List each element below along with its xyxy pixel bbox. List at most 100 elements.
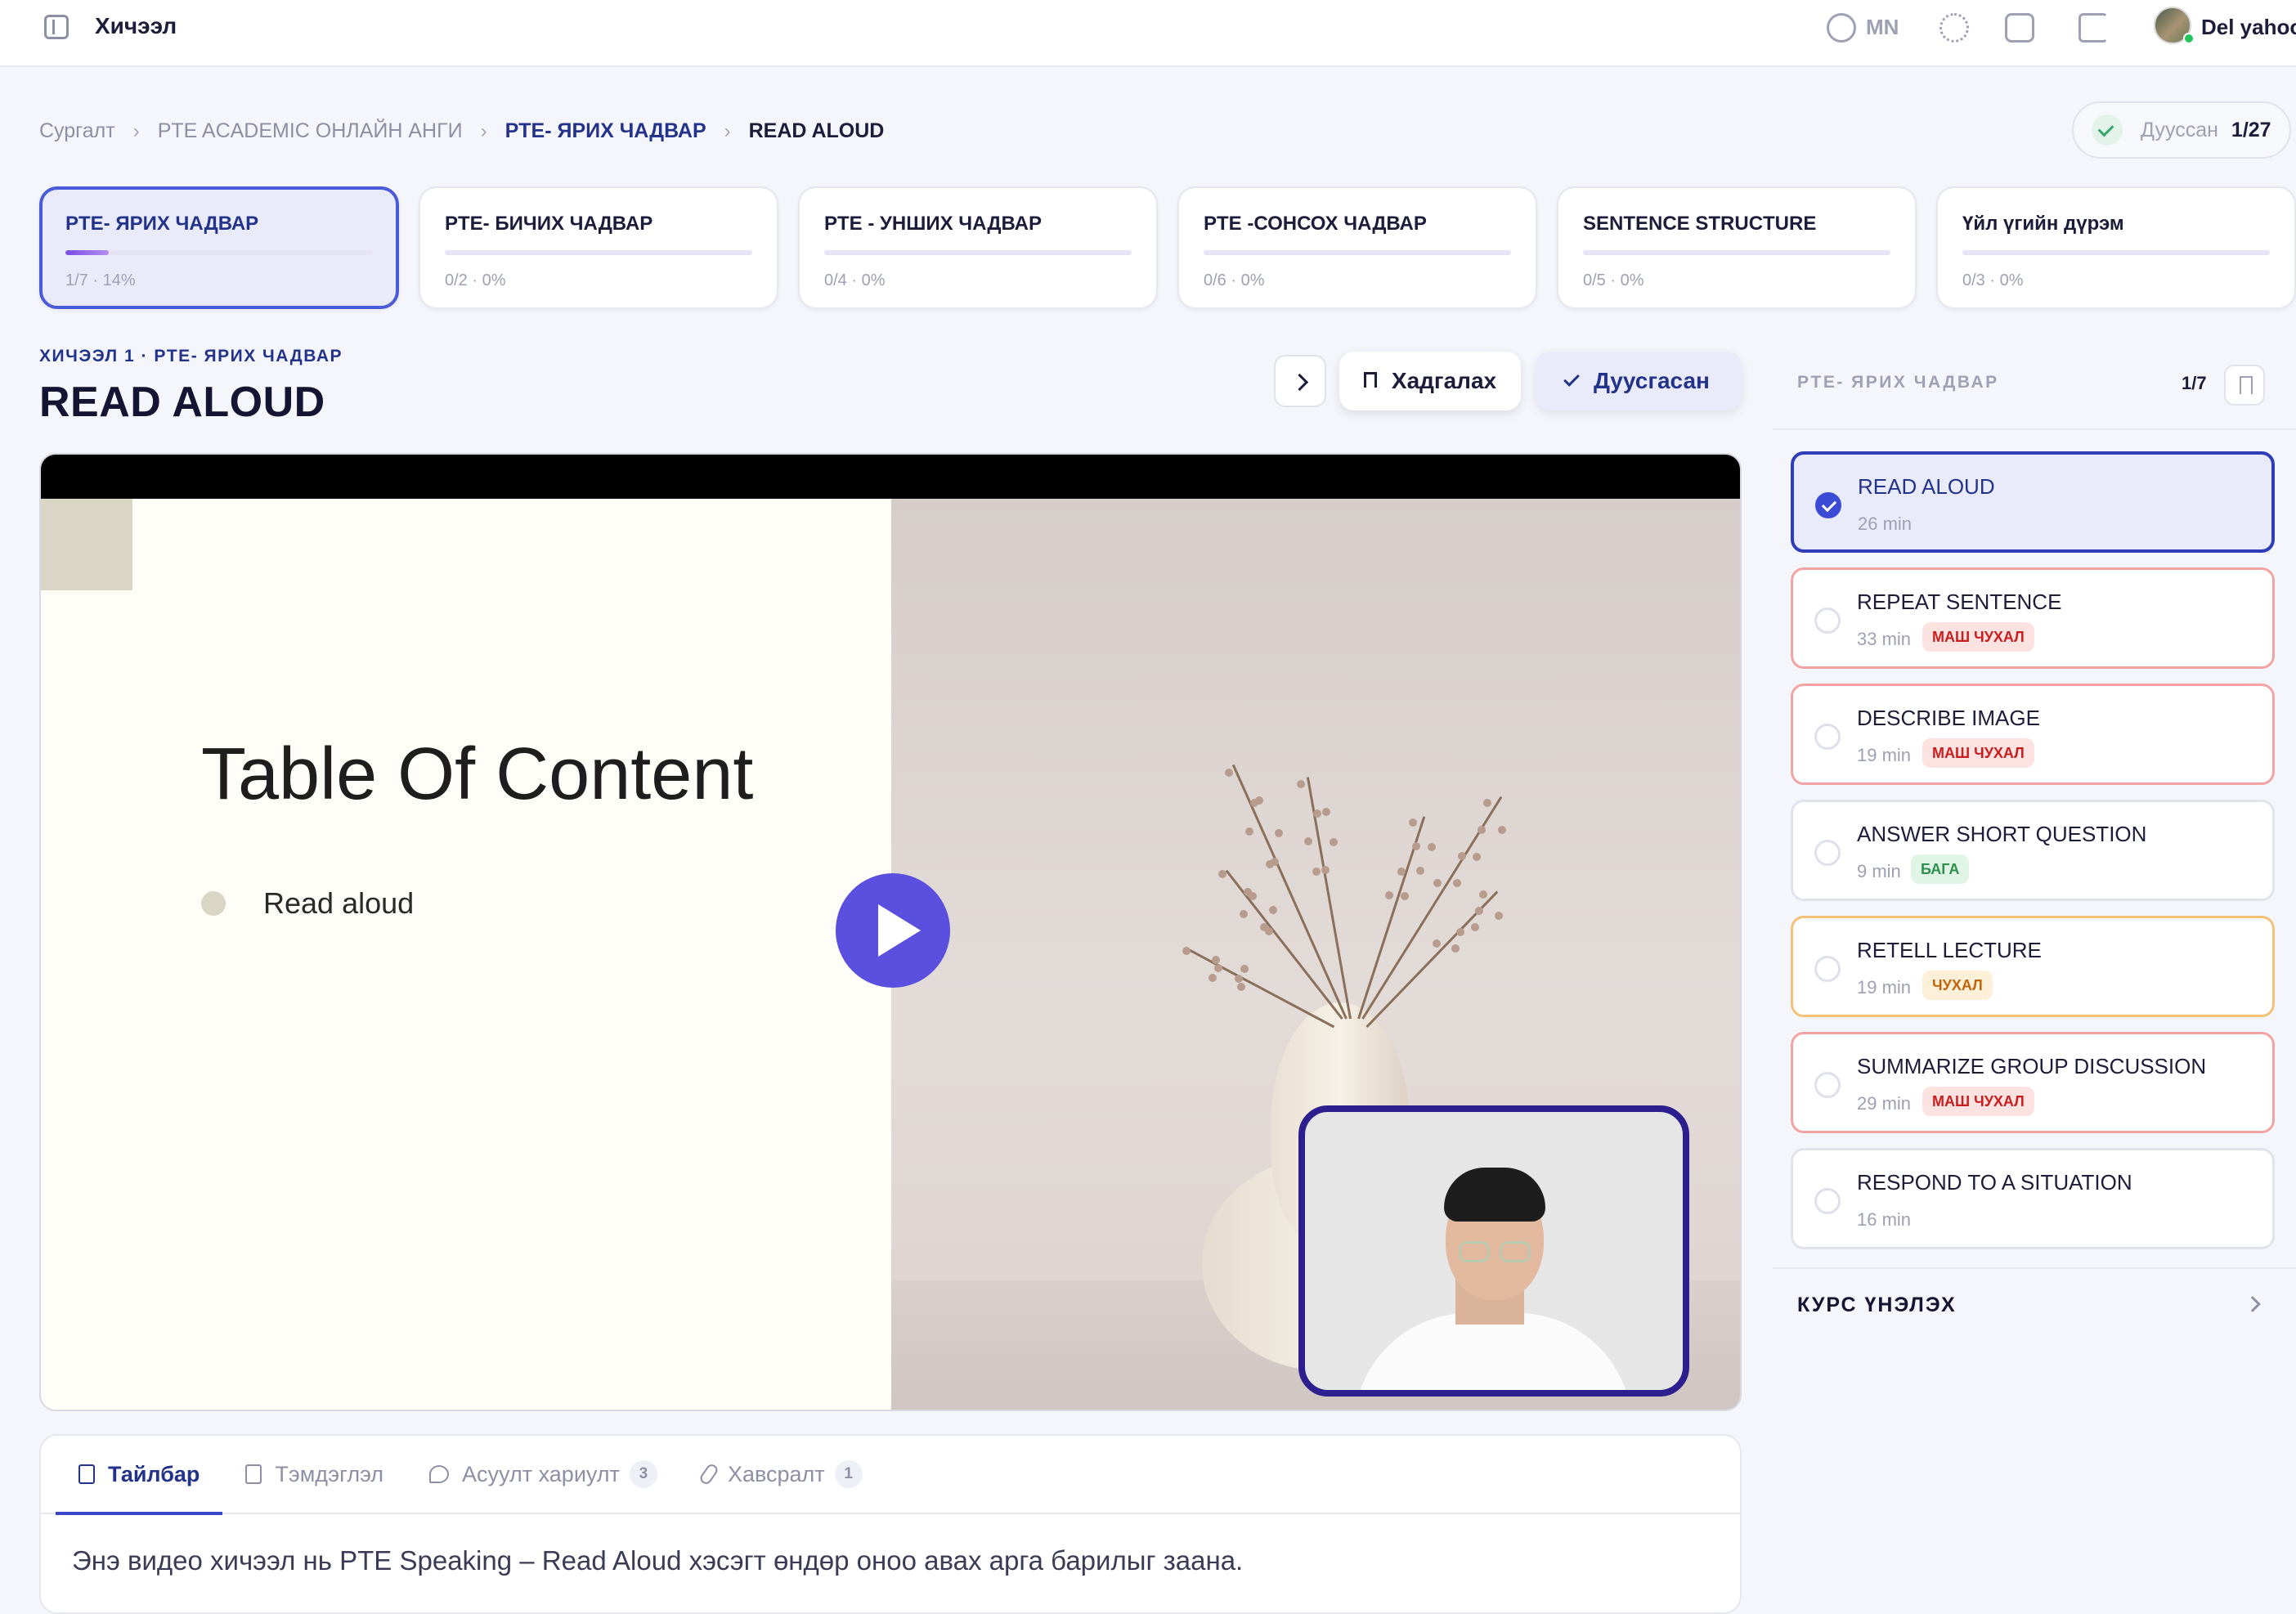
lesson-item-title: ANSWER SHORT QUESTION [1857,822,2147,846]
sidebar-toggle-icon[interactable] [44,15,69,39]
tab-description[interactable]: Тайлбар [56,1435,223,1515]
play-button[interactable] [836,873,950,988]
lesson-item[interactable]: REPEAT SENTENCE 33 min МАШ ЧУХАЛ [1791,567,2275,669]
progress-value: 1/27 [2231,118,2271,141]
tab-attachments[interactable]: Хавсралт 1 [680,1435,886,1513]
module-card[interactable]: PTE - УНШИХ ЧАДВАР 0/4 · 0% [798,186,1158,309]
flower-bud [1497,825,1506,834]
bookmark-icon [1363,372,1377,396]
radio-circle-icon [1814,1072,1841,1098]
flower-bud [1455,927,1464,936]
module-name: Үйл үгийн дүрэм [1962,213,2124,235]
module-meta: 0/6 · 0% [1204,271,1265,289]
flower-bud [1321,866,1330,874]
module-meta: 0/4 · 0% [824,271,886,289]
settings-icon[interactable] [1827,13,1856,43]
user-name[interactable]: Del yahoo [2201,15,2296,40]
module-card[interactable]: PTE -СОНСОХ ЧАДВАР 0/6 · 0% [1177,186,1537,309]
slide-decoration [41,499,132,590]
breadcrumb-item[interactable]: PTE ACADEMIC ОНЛАЙН АНГИ [158,119,463,143]
paperclip-icon [697,1462,720,1486]
flower-bud [1239,909,1248,918]
online-status-dot [2183,33,2195,44]
lesson-kicker: ХИЧЭЭЛ 1 · PTE- ЯРИХ ЧАДВАР [39,347,343,365]
sidebar-count: 1/7 [2182,373,2207,393]
next-lesson-button[interactable] [1274,355,1326,407]
breadcrumb-item[interactable]: PTE- ЯРИХ ЧАДВАР [505,119,706,143]
flower-bud [1409,818,1418,827]
flower-bud [1401,891,1410,900]
tab-notes[interactable]: Тэмдэглэл [222,1435,406,1513]
priority-badge: МАШ ЧУХАЛ [1922,738,2034,768]
presenter-hair [1444,1168,1545,1222]
lesson-item-duration: 33 min [1857,629,1912,649]
flower-bud [1209,973,1218,982]
breadcrumb-item[interactable]: Сургалт [39,119,115,143]
lesson-item-duration: 19 min [1857,977,1912,998]
language-switch[interactable]: MN [1866,15,1899,40]
module-card[interactable]: PTE- БИЧИХ ЧАДВАР 0/2 · 0% [419,186,778,309]
lesson-item-title: RESPOND TO A SITUATION [1857,1170,2132,1195]
radio-circle-icon [1814,956,1841,982]
module-name: PTE -СОНСОХ ЧАДВАР [1204,213,1427,235]
chevron-right-icon: › [132,119,140,142]
count-badge: 3 [629,1460,657,1488]
tab-label: Тайлбар [108,1461,200,1486]
chevron-right-icon[interactable] [2244,1296,2261,1312]
module-meta: 1/7 · 14% [65,271,136,289]
radio-circle-icon [1814,840,1841,866]
module-card[interactable]: Үйл үгийн дүрэм 0/3 · 0% [1936,186,2296,309]
page-title: Хичээл [95,13,177,38]
theme-icon[interactable] [2005,13,2034,43]
flower-bud [1452,878,1461,887]
lesson-item-title: DESCRIBE IMAGE [1857,706,2040,730]
module-progress-bar [1583,250,1890,255]
presenter-glasses-left [1459,1241,1490,1262]
lesson-item-duration: 16 min [1857,1209,1912,1230]
rate-course-link[interactable]: КУРС ҮНЭЛЭХ [1797,1293,1957,1317]
lesson-item[interactable]: READ ALOUD 26 min [1791,451,2275,553]
divider [1773,1267,2296,1269]
lesson-item-title: REPEAT SENTENCE [1857,590,2062,614]
check-circle-icon [2092,114,2123,146]
lesson-item-title: READ ALOUD [1858,474,1995,499]
chevron-right-icon: › [724,119,731,142]
priority-badge: ЧУХАЛ [1922,971,1993,1000]
lesson-tabs-card: Тайлбар Тэмдэглэл Асуулт хариулт 3 Хавср… [39,1434,1742,1614]
check-icon [1563,370,1580,387]
tab-questions[interactable]: Асуулт хариулт 3 [406,1435,680,1513]
lesson-item[interactable]: SUMMARIZE GROUP DISCUSSION 29 min МАШ ЧУ… [1791,1032,2275,1133]
save-button-label: Хадгалах [1391,368,1497,393]
sun-icon[interactable] [1939,13,1969,43]
save-button[interactable]: Хадгалах [1339,352,1521,410]
document-icon [78,1464,95,1484]
lesson-item[interactable]: DESCRIBE IMAGE 19 min МАШ ЧУХАЛ [1791,684,2275,785]
bookmark-list-icon[interactable] [2224,365,2265,406]
lesson-item-duration: 19 min [1857,745,1912,765]
module-name: PTE- БИЧИХ ЧАДВАР [445,213,653,235]
flower-bud [1312,867,1321,876]
mark-complete-button[interactable]: Дуусгасан [1536,352,1742,410]
flower-bud [1245,827,1254,836]
logout-icon[interactable] [2079,13,2108,43]
lesson-item-title: SUMMARIZE GROUP DISCUSSION [1857,1054,2207,1078]
module-meta: 0/2 · 0% [445,271,506,289]
check-circle-icon [1815,492,1841,518]
slide-panel [41,499,891,1410]
lesson-item[interactable]: RETELL LECTURE 19 min ЧУХАЛ [1791,916,2275,1017]
mark-complete-label: Дуусгасан [1594,368,1710,393]
video-top-bar [41,455,1740,499]
module-progress-bar [824,250,1132,255]
note-icon [245,1464,262,1484]
priority-badge: МАШ ЧУХАЛ [1922,1087,2034,1116]
module-progress-fill [65,250,109,255]
lesson-item[interactable]: ANSWER SHORT QUESTION 9 min БАГА [1791,800,2275,901]
module-card[interactable]: SENTENCE STRUCTURE 0/5 · 0% [1557,186,1917,309]
presenter-glasses-right [1500,1241,1531,1262]
lesson-item[interactable]: RESPOND TO A SITUATION 16 min [1791,1148,2275,1249]
course-progress-pill: Дуусcан 1/27 [2072,101,2291,159]
video-player[interactable]: Table Of Content Read aloud [39,453,1742,1411]
lesson-item-duration: 9 min [1857,861,1901,881]
module-card[interactable]: PTE- ЯРИХ ЧАДВАР 1/7 · 14% [39,186,399,309]
lesson-sidebar: PTE- ЯРИХ ЧАДВАР 1/7 READ ALOUD 26 min R… [1773,347,2296,1410]
